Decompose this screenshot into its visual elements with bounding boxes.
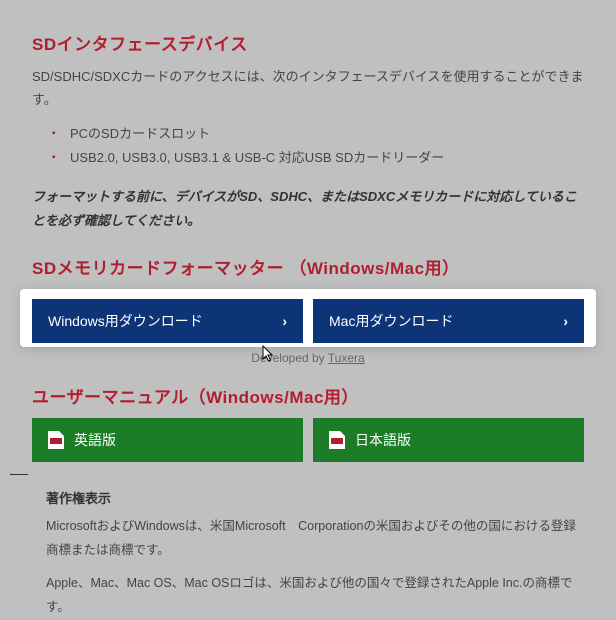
developed-by-prefix: Developed by: [251, 351, 328, 365]
mac-download-button[interactable]: Mac用ダウンロード ›: [313, 299, 584, 343]
tuxera-link[interactable]: Tuxera: [328, 351, 365, 365]
mac-download-label: Mac用ダウンロード: [329, 311, 453, 331]
copyright-heading: 著作権表示: [46, 488, 111, 507]
copyright-line: Apple、Mac、Mac OS、Mac OSロゴは、米国および他の国々で登録さ…: [32, 572, 584, 620]
pdf-icon: [48, 431, 64, 449]
copyright-block: 著作権表示 MicrosoftおよびWindowsは、米国Microsoft C…: [32, 488, 584, 620]
interface-bullets: PCのSDカードスロット USB2.0, USB3.0, USB3.1 & US…: [32, 122, 584, 171]
chevron-right-icon: ›: [563, 313, 568, 329]
windows-download-button[interactable]: Windows用ダウンロード ›: [32, 299, 303, 343]
download-row: Windows用ダウンロード › Mac用ダウンロード ›: [32, 299, 584, 343]
manual-english-button[interactable]: 英語版: [32, 418, 303, 462]
manual-row: 英語版 日本語版: [32, 418, 584, 462]
pdf-icon: [329, 431, 345, 449]
copyright-line: MicrosoftおよびWindowsは、米国Microsoft Corpora…: [32, 515, 584, 563]
dash-icon: [10, 474, 28, 475]
manual-english-label: 英語版: [74, 430, 116, 450]
developed-by: Developed by Tuxera: [32, 351, 584, 365]
download-card: Windows用ダウンロード › Mac用ダウンロード ›: [20, 289, 596, 347]
list-item: USB2.0, USB3.0, USB3.1 & USB-C 対応USB SDカ…: [56, 146, 584, 171]
section-interface-heading: SDインタフェースデバイス: [32, 30, 584, 55]
windows-download-label: Windows用ダウンロード: [48, 311, 203, 331]
list-item: PCのSDカードスロット: [56, 122, 584, 147]
section-manual-heading: ユーザーマニュアル（Windows/Mac用）: [32, 383, 584, 408]
interface-desc: SD/SDHC/SDXCカードのアクセスには、次のインタフェースデバイスを使用す…: [32, 65, 584, 112]
manual-japanese-button[interactable]: 日本語版: [313, 418, 584, 462]
chevron-right-icon: ›: [282, 313, 287, 329]
manual-japanese-label: 日本語版: [355, 430, 411, 450]
format-warning: フォーマットする前に、デバイスがSD、SDHC、またはSDXCメモリカードに対応…: [32, 185, 584, 232]
page-content: SDインタフェースデバイス SD/SDHC/SDXCカードのアクセスには、次のイ…: [0, 0, 616, 596]
section-formatter-heading: SDメモリカードフォーマッター （Windows/Mac用）: [32, 254, 584, 279]
